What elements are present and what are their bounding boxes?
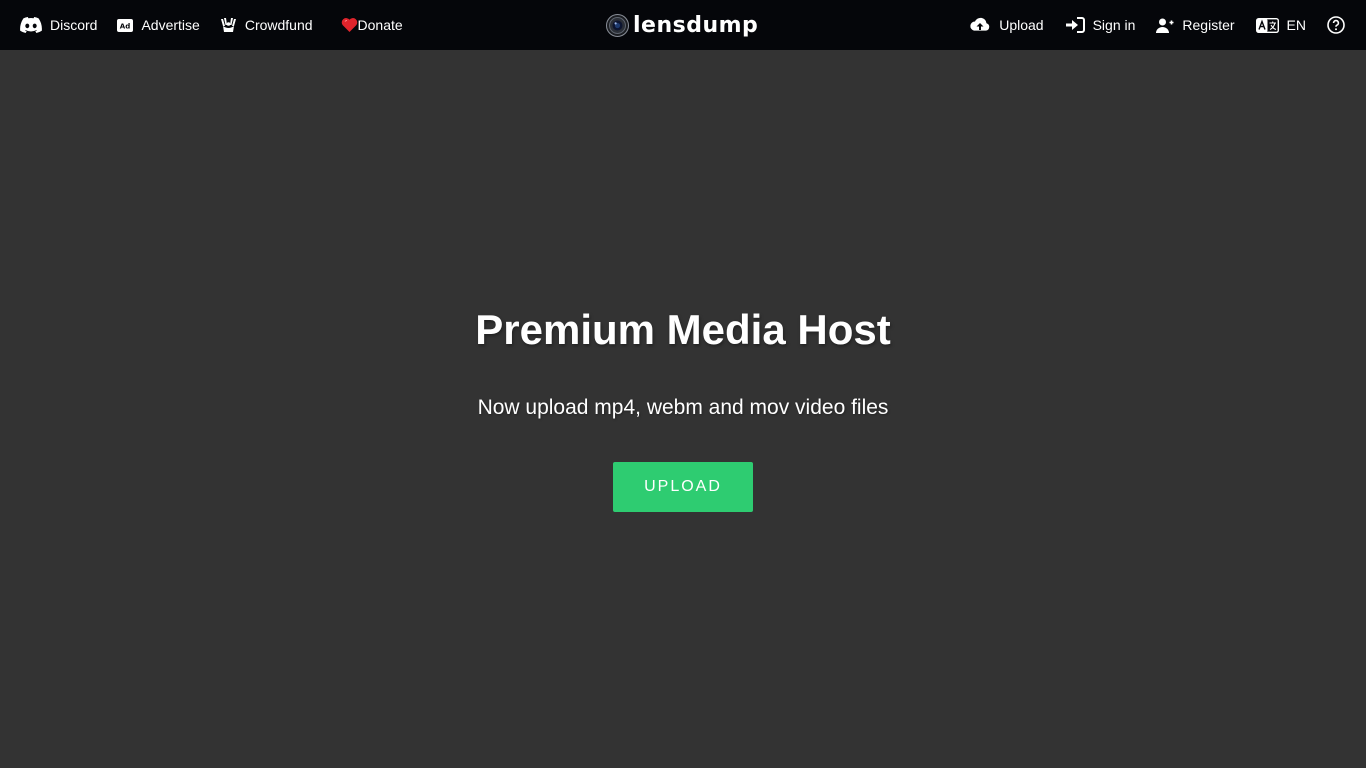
language-icon	[1255, 17, 1279, 33]
help-button[interactable]	[1327, 0, 1345, 50]
crowdfund-link[interactable]: Crowdfund	[220, 0, 313, 50]
discord-link[interactable]: Discord	[20, 0, 97, 50]
logo-wordmark: lensdump	[633, 12, 759, 38]
language-label: EN	[1286, 17, 1306, 33]
discord-icon	[20, 17, 42, 33]
donate-label: Donate	[357, 17, 403, 33]
camera-lens-icon	[606, 13, 629, 37]
cloud-upload-icon	[969, 17, 991, 33]
user-plus-icon	[1156, 18, 1174, 33]
site-logo[interactable]: lensdump	[606, 0, 758, 50]
svg-text:Ad: Ad	[120, 22, 130, 30]
hero-title: Premium Media Host	[475, 306, 891, 353]
language-selector[interactable]: EN	[1255, 0, 1306, 50]
hero-section: Premium Media Host Now upload mp4, webm …	[0, 50, 1366, 768]
advertise-link[interactable]: Ad Advertise	[117, 0, 200, 50]
nav-left: Discord Ad Advertise Crowdfund Donate	[20, 0, 423, 50]
nav-right: Upload Sign in Register EN	[948, 0, 1345, 50]
top-navigation-bar: Discord Ad Advertise Crowdfund Donate le…	[0, 0, 1366, 50]
ad-icon: Ad	[117, 18, 134, 32]
help-icon	[1327, 16, 1345, 34]
upload-button[interactable]: UPLOAD	[613, 462, 753, 512]
advertise-label: Advertise	[141, 17, 200, 33]
sign-in-link[interactable]: Sign in	[1065, 0, 1136, 50]
hero-subtitle: Now upload mp4, webm and mov video files	[477, 396, 889, 419]
discord-label: Discord	[50, 17, 98, 33]
upload-link[interactable]: Upload	[969, 0, 1044, 50]
crowdfund-label: Crowdfund	[244, 17, 313, 33]
sign-in-label: Sign in	[1092, 17, 1136, 33]
upload-label: Upload	[999, 17, 1044, 33]
donate-link[interactable]: Donate	[341, 0, 403, 50]
crowdfund-icon	[220, 17, 237, 33]
heart-icon	[341, 17, 358, 33]
register-link[interactable]: Register	[1156, 0, 1235, 50]
sign-in-icon	[1065, 17, 1085, 33]
register-label: Register	[1182, 17, 1235, 33]
